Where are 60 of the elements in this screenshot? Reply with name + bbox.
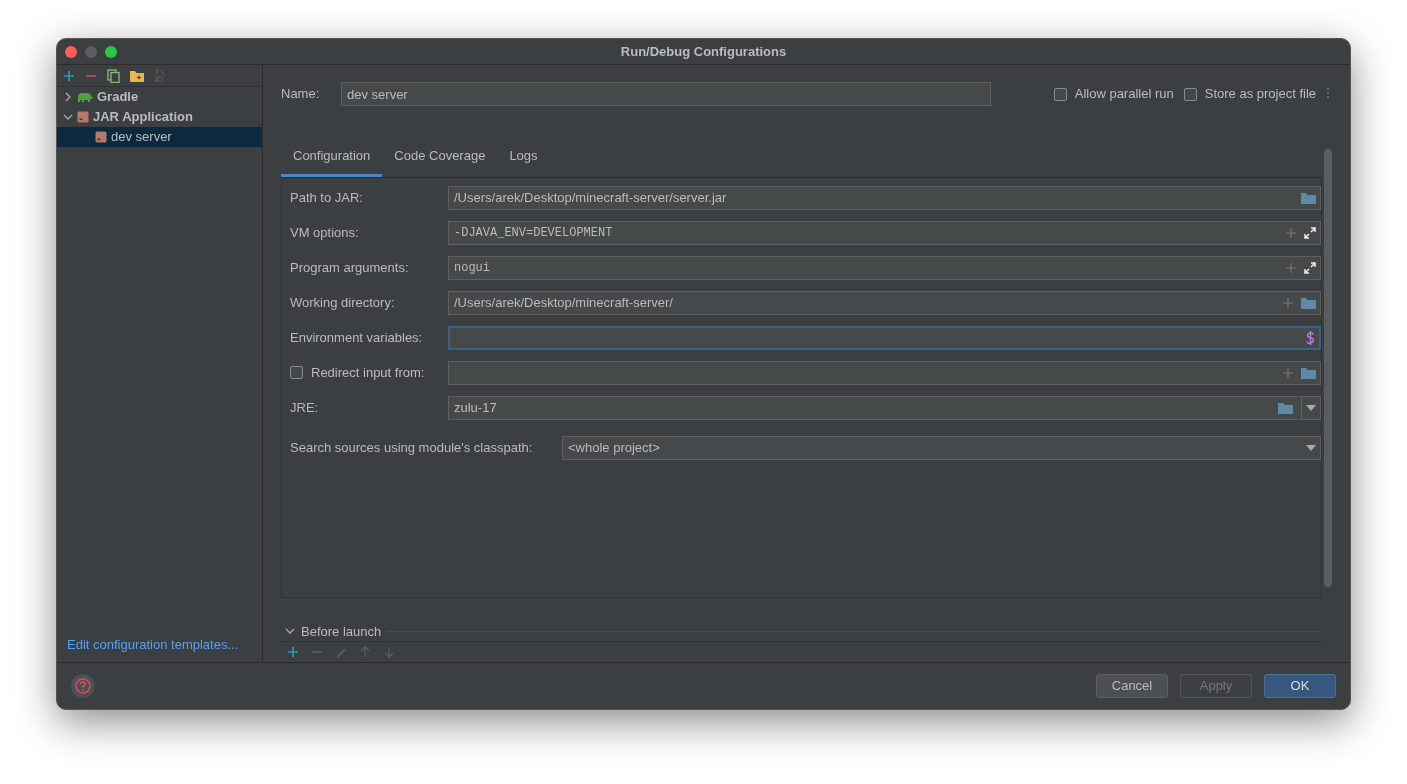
field-label: Redirect input from: [311, 363, 425, 382]
input-field[interactable]: /Users/arek/Desktop/minecraft-server/server.jar [448, 185, 1321, 210]
name-label: Name: [281, 85, 321, 104]
templates-link[interactable]: Edit configuration templates... [57, 634, 262, 662]
scrollbar[interactable] [1324, 149, 1332, 587]
tree-item[interactable]: Gradle [57, 87, 262, 107]
field-label: Program arguments: [290, 258, 409, 277]
close-button[interactable] [65, 45, 77, 58]
name-field[interactable]: dev server [341, 82, 991, 106]
variables-icon[interactable] [1306, 330, 1315, 345]
add-icon[interactable] [287, 646, 299, 658]
dropdown-arrow-icon[interactable] [1306, 404, 1316, 411]
expand-icon[interactable] [1304, 226, 1316, 239]
add-icon[interactable] [63, 69, 75, 82]
help-button[interactable] [71, 674, 95, 698]
minimize-button[interactable] [85, 45, 97, 58]
input-field[interactable] [448, 325, 1321, 350]
field-label: Path to JAR: [290, 188, 363, 207]
window-title: Run/Debug Configurations [620, 43, 787, 59]
input-field[interactable]: nogui [448, 255, 1321, 280]
copy-icon[interactable] [107, 68, 120, 83]
field-label: Environment variables: [290, 328, 423, 347]
expand-icon[interactable] [1304, 261, 1316, 274]
add-icon[interactable] [1283, 297, 1293, 308]
elephant-icon [77, 91, 93, 103]
tab[interactable]: Logs [497, 139, 550, 177]
dialog-button[interactable]: Cancel [1096, 674, 1168, 698]
input-field[interactable] [448, 360, 1321, 385]
redirect-checkbox[interactable] [290, 366, 303, 379]
field-label: JRE: [290, 398, 319, 417]
option-checkbox[interactable]: Allow parallel run [1053, 84, 1174, 104]
input-field[interactable]: /Users/arek/Desktop/minecraft-server/ [448, 290, 1321, 315]
more-icon[interactable] [1326, 87, 1332, 101]
option-checkbox[interactable]: Store as project file [1183, 84, 1316, 104]
folder-icon[interactable] [1278, 401, 1293, 414]
folder-icon[interactable] [1301, 191, 1316, 204]
dropdown-field[interactable]: zulu-17 [448, 395, 1321, 420]
dropdown-field[interactable]: <whole project> [562, 435, 1321, 460]
section-title: Before launch [301, 622, 382, 641]
tree-item[interactable]: dev server [57, 127, 262, 147]
add-icon[interactable] [1286, 262, 1296, 273]
add-icon[interactable] [1283, 367, 1293, 378]
tab[interactable]: Code Coverage [382, 139, 498, 177]
add-icon[interactable] [1286, 227, 1296, 238]
tab[interactable]: Configuration [281, 139, 383, 177]
jar-icon [77, 111, 89, 123]
field-label: Working directory: [290, 293, 395, 312]
field-label: Search sources using module's classpath: [290, 438, 533, 457]
chevron-icon[interactable] [63, 112, 73, 122]
dropdown-arrow-icon[interactable] [1306, 444, 1316, 451]
jar-icon [95, 131, 107, 143]
ok-button[interactable]: OK [1264, 674, 1336, 698]
folder-icon[interactable] [1301, 296, 1316, 309]
tree-item[interactable]: JAR Application [57, 107, 262, 127]
chevron-icon[interactable] [63, 92, 73, 102]
zoom-button[interactable] [105, 45, 117, 58]
input-field[interactable]: -DJAVA_ENV=DEVELOPMENT [448, 220, 1321, 245]
field-label: VM options: [290, 223, 359, 242]
folder-icon[interactable] [1301, 366, 1316, 379]
new-folder-icon[interactable] [130, 69, 144, 82]
